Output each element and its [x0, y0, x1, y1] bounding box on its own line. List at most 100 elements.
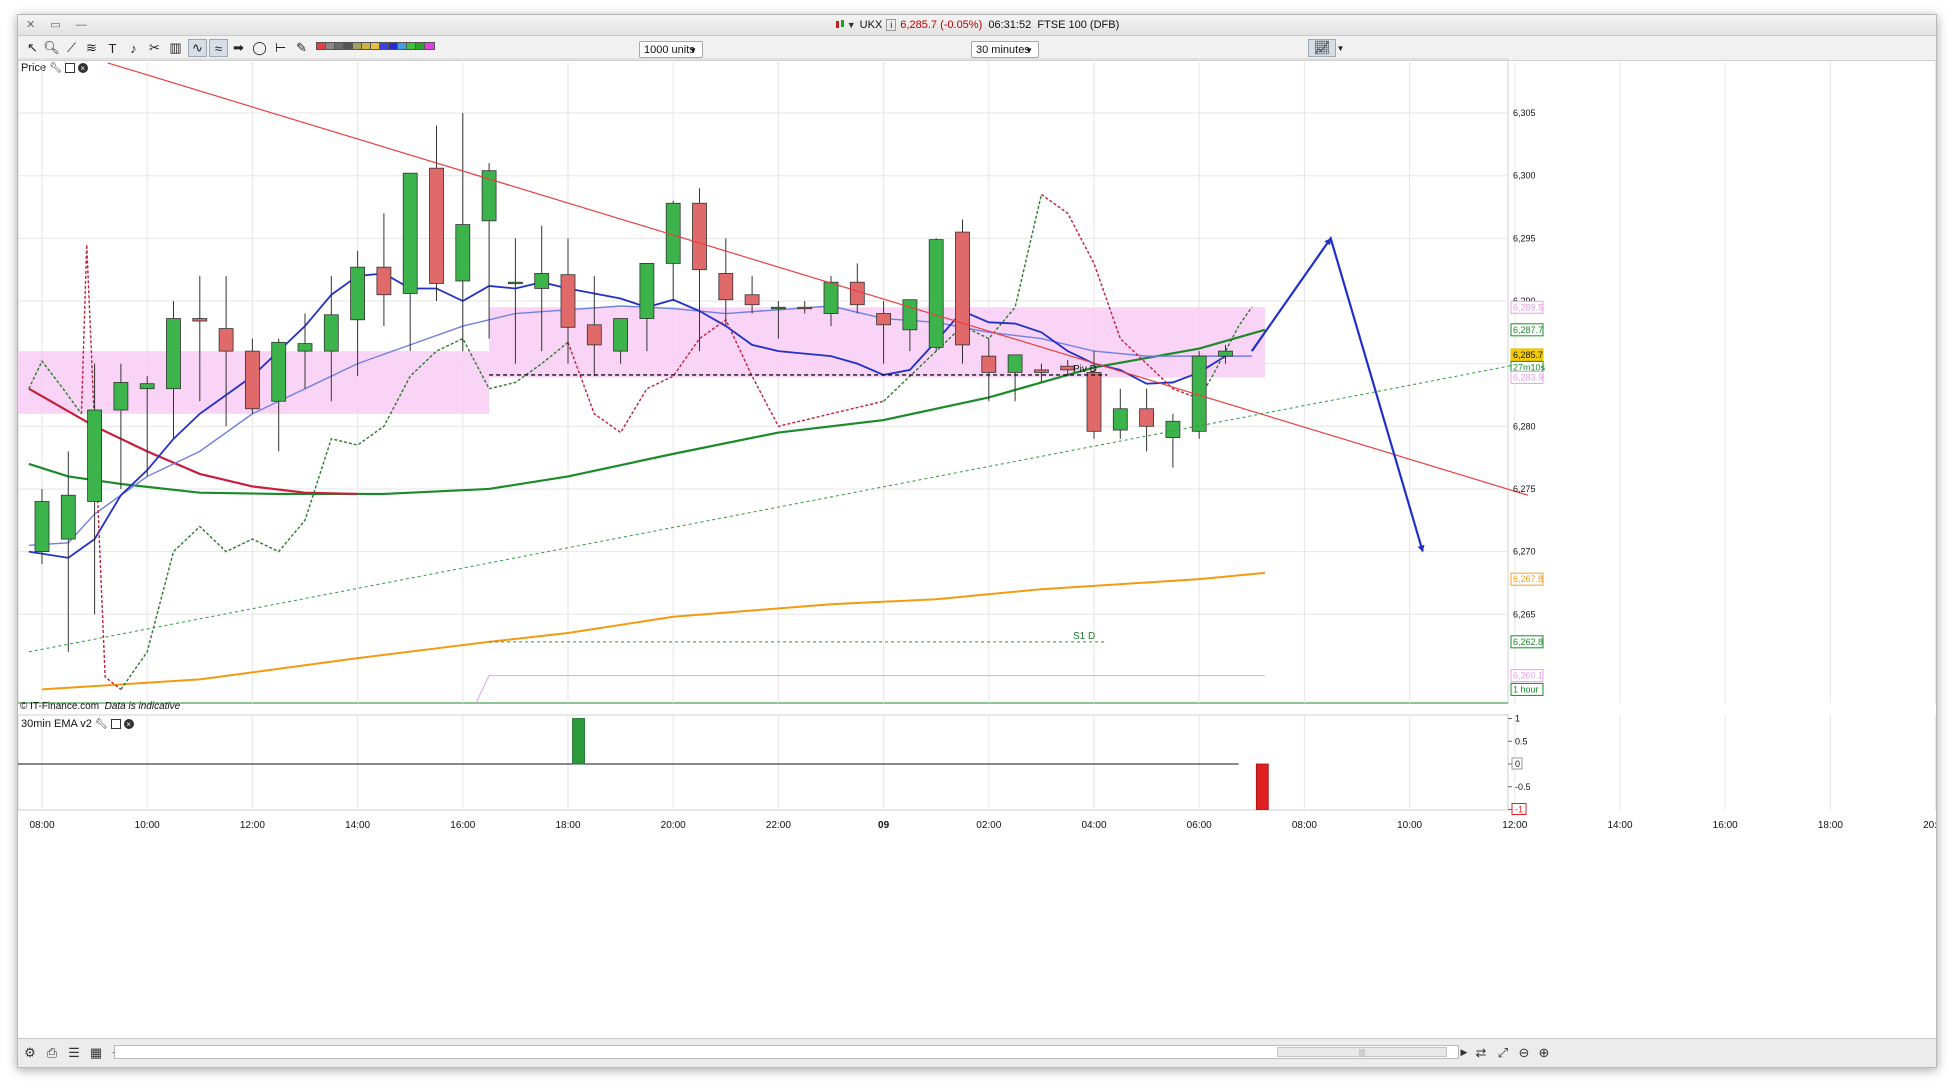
x-tick-label: 08:00 [1292, 820, 1317, 831]
indicator-bar[interactable] [572, 718, 585, 765]
candle-body[interactable] [849, 281, 865, 306]
color-swatch[interactable] [424, 42, 435, 50]
pointer-icon[interactable]: ↖ [24, 40, 41, 56]
candle-body[interactable] [692, 202, 707, 271]
scroll-right-icon[interactable]: ▶ [1456, 1045, 1472, 1060]
candle-body[interactable] [1034, 369, 1049, 373]
wrench-icon[interactable]: 🔧︎ [49, 63, 62, 74]
horizontal-scrollbar[interactable]: ||| [114, 1045, 1459, 1059]
chart-settings-icon[interactable]: ⚙ [22, 1045, 38, 1060]
candle-body[interactable] [376, 266, 392, 296]
trendline-resistance[interactable] [107, 62, 1529, 496]
close-icon[interactable]: × [123, 719, 134, 729]
trash-icon[interactable]: ▥ [167, 40, 184, 56]
candle-body[interactable] [1060, 365, 1076, 371]
psar-up-line [28, 359, 83, 415]
alert-bell-icon[interactable]: ♪ [125, 40, 142, 56]
candle-body[interactable] [665, 202, 681, 264]
zoom-fit-icon[interactable]: ⤢ [1495, 1045, 1511, 1060]
candle-body[interactable] [1112, 408, 1128, 431]
candle-body[interactable] [350, 266, 366, 321]
print-icon[interactable]: ⎙ [44, 1045, 60, 1060]
indicator-bar[interactable] [1255, 763, 1269, 810]
candle-body[interactable] [113, 382, 129, 411]
pen-icon[interactable]: ✎ [293, 40, 310, 56]
candle-body[interactable] [744, 294, 760, 306]
maximize-icon[interactable] [110, 719, 121, 729]
candle-body[interactable] [639, 263, 655, 319]
candle-body[interactable] [271, 341, 287, 402]
candle-body[interactable] [166, 318, 181, 390]
table-icon[interactable]: ▦ [88, 1045, 104, 1060]
candle-body[interactable] [455, 224, 471, 282]
candle-body[interactable] [507, 281, 523, 285]
candle-body[interactable] [1191, 355, 1207, 432]
candle-body[interactable] [981, 355, 997, 373]
ema-red-line [28, 387, 358, 496]
candle-body[interactable] [429, 167, 444, 284]
draw-line-icon[interactable]: ⟋ [63, 40, 80, 56]
y-tick-label: 1 [1515, 714, 1520, 724]
psar-up-line [1198, 306, 1253, 400]
candle-body[interactable] [34, 501, 50, 553]
scroll-thumb[interactable]: ||| [1277, 1047, 1447, 1057]
price-chart[interactable]: Piv D S1 D 08:00 10:00 12:00 14:00 16:00 18:00… [18, 15, 1936, 1067]
wrench-icon[interactable]: 🔧︎ [95, 719, 108, 730]
candle-body[interactable] [481, 170, 497, 222]
list-icon[interactable]: ☰ [66, 1045, 82, 1060]
candle-body[interactable] [876, 313, 891, 326]
fibonacci-icon[interactable]: ≋ [83, 40, 100, 56]
projection-path[interactable] [1250, 235, 1424, 552]
candle-body[interactable] [797, 306, 813, 310]
candle-body[interactable] [402, 172, 418, 294]
candle-body[interactable] [87, 409, 102, 502]
info-icon[interactable]: i [886, 19, 897, 31]
candle-body[interactable] [771, 306, 786, 310]
candle-body[interactable] [323, 314, 339, 352]
line-style-icon[interactable]: ∿ [188, 39, 207, 57]
candle-body[interactable] [297, 343, 313, 352]
candle-body[interactable] [902, 299, 918, 331]
interval-value: 30 minutes [976, 44, 1030, 56]
candle-body[interactable] [928, 239, 944, 348]
zoom-out-icon[interactable]: ⊖ [1516, 1045, 1532, 1060]
tools-icon[interactable]: ✂ [146, 40, 163, 56]
trendline-support[interactable] [28, 361, 1529, 653]
attribution-text: © IT-Finance.com [20, 701, 100, 712]
candle-body[interactable] [1086, 372, 1102, 432]
candle-body[interactable] [1218, 350, 1233, 357]
units-select[interactable]: 1000 units ▼ [639, 41, 703, 58]
chevron-down-icon[interactable]: ▼ [1336, 40, 1345, 56]
candle-body[interactable] [534, 273, 550, 289]
arrow-right-icon[interactable]: ➡ [230, 40, 247, 56]
candle-body[interactable] [586, 324, 602, 346]
candle-body[interactable] [218, 328, 234, 352]
chevron-down-icon[interactable]: ▼ [847, 20, 856, 30]
candle-body[interactable] [60, 494, 76, 540]
chart-type-icon[interactable]: 📈︎ [1308, 39, 1336, 57]
candle-body[interactable] [823, 281, 839, 314]
candle-body[interactable] [1007, 354, 1023, 373]
candle-body[interactable] [560, 274, 576, 328]
ruler-icon[interactable]: ⊢ [272, 40, 289, 56]
y-tick-label: 6,285 [1513, 359, 1536, 369]
candle-body[interactable] [613, 318, 628, 352]
maximize-icon[interactable] [64, 63, 75, 73]
wave-style-icon[interactable]: ≈ [209, 39, 228, 57]
candle-body[interactable] [955, 231, 970, 346]
zoom-in-icon[interactable]: ⊕ [1536, 1045, 1552, 1060]
zoom-icon[interactable]: 🔍︎ [43, 40, 60, 56]
candle-body[interactable] [139, 383, 155, 390]
interval-select[interactable]: 30 minutes ▼ [971, 41, 1039, 58]
candle-body[interactable] [718, 273, 734, 301]
candle-body[interactable] [244, 350, 260, 410]
candle-body[interactable] [192, 318, 208, 322]
auto-scale-icon[interactable]: ⇄ [1473, 1045, 1489, 1060]
candle-body[interactable] [1165, 420, 1181, 438]
lasso-icon[interactable]: ◯ [251, 40, 268, 56]
text-tool-icon[interactable]: T [104, 40, 121, 56]
close-icon[interactable]: × [77, 63, 88, 73]
price-panel-title: Price [21, 62, 47, 74]
candle-body[interactable] [1139, 408, 1154, 427]
price-tag [1510, 669, 1544, 683]
